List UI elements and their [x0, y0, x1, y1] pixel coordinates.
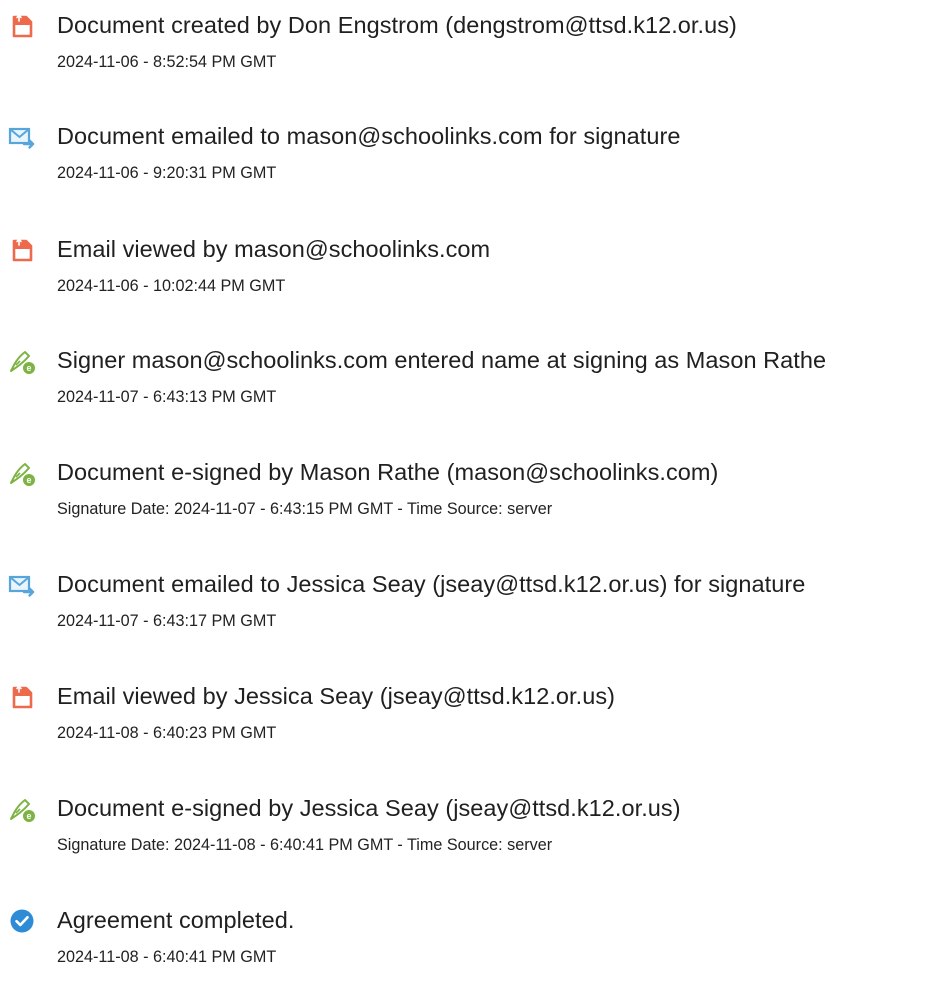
- event-title: Document e-signed by Jessica Seay (jseay…: [57, 795, 681, 821]
- event-title: Document emailed to Jessica Seay (jseay@…: [57, 571, 806, 597]
- audit-event: Email viewed by Jessica Seay (jseay@ttsd…: [0, 681, 925, 771]
- document-icon: [8, 236, 36, 264]
- event-title: Email viewed by Jessica Seay (jseay@ttsd…: [57, 683, 615, 709]
- event-title: Agreement completed.: [57, 907, 295, 933]
- audit-event: Document created by Don Engstrom (dengst…: [0, 10, 925, 100]
- event-title: Signer mason@schoolinks.com entered name…: [57, 347, 827, 373]
- audit-event: Email viewed by mason@schoolinks.com 202…: [0, 234, 925, 324]
- audit-event: Document emailed to Jessica Seay (jseay@…: [0, 569, 925, 659]
- document-icon: [8, 12, 36, 40]
- svg-text:e: e: [26, 363, 31, 373]
- event-timestamp: 2024-11-08 - 6:40:41 PM GMT: [57, 948, 277, 966]
- audit-event: Document emailed to mason@schoolinks.com…: [0, 121, 925, 211]
- event-title: Document created by Don Engstrom (dengst…: [57, 12, 737, 38]
- audit-event: e Document e-signed by Jessica Seay (jse…: [0, 793, 925, 883]
- e-sign-pen-icon: e: [8, 459, 36, 487]
- audit-event: e Signer mason@schoolinks.com entered na…: [0, 345, 925, 435]
- event-title: Document emailed to mason@schoolinks.com…: [57, 123, 681, 149]
- event-title: Document e-signed by Mason Rathe (mason@…: [57, 459, 719, 485]
- svg-text:e: e: [26, 475, 31, 485]
- event-timestamp: 2024-11-07 - 6:43:13 PM GMT: [57, 388, 277, 406]
- svg-text:e: e: [26, 811, 31, 821]
- event-timestamp: 2024-11-06 - 8:52:54 PM GMT: [57, 53, 277, 71]
- event-timestamp: 2024-11-06 - 9:20:31 PM GMT: [57, 164, 277, 182]
- email-sent-icon: [8, 571, 36, 599]
- event-signature-date: Signature Date: 2024-11-07 - 6:43:15 PM …: [57, 500, 553, 518]
- audit-event: Agreement completed. 2024-11-08 - 6:40:4…: [0, 905, 925, 995]
- audit-event: e Document e-signed by Mason Rathe (maso…: [0, 457, 925, 547]
- document-icon: [8, 683, 36, 711]
- event-timestamp: 2024-11-06 - 10:02:44 PM GMT: [57, 277, 286, 295]
- event-timestamp: 2024-11-08 - 6:40:23 PM GMT: [57, 724, 277, 742]
- checkmark-circle-icon: [8, 907, 36, 935]
- email-sent-icon: [8, 123, 36, 151]
- event-timestamp: 2024-11-07 - 6:43:17 PM GMT: [57, 612, 277, 630]
- e-sign-pen-icon: e: [8, 347, 36, 375]
- event-signature-date: Signature Date: 2024-11-08 - 6:40:41 PM …: [57, 836, 553, 854]
- e-sign-pen-icon: e: [8, 795, 36, 823]
- event-title: Email viewed by mason@schoolinks.com: [57, 236, 491, 262]
